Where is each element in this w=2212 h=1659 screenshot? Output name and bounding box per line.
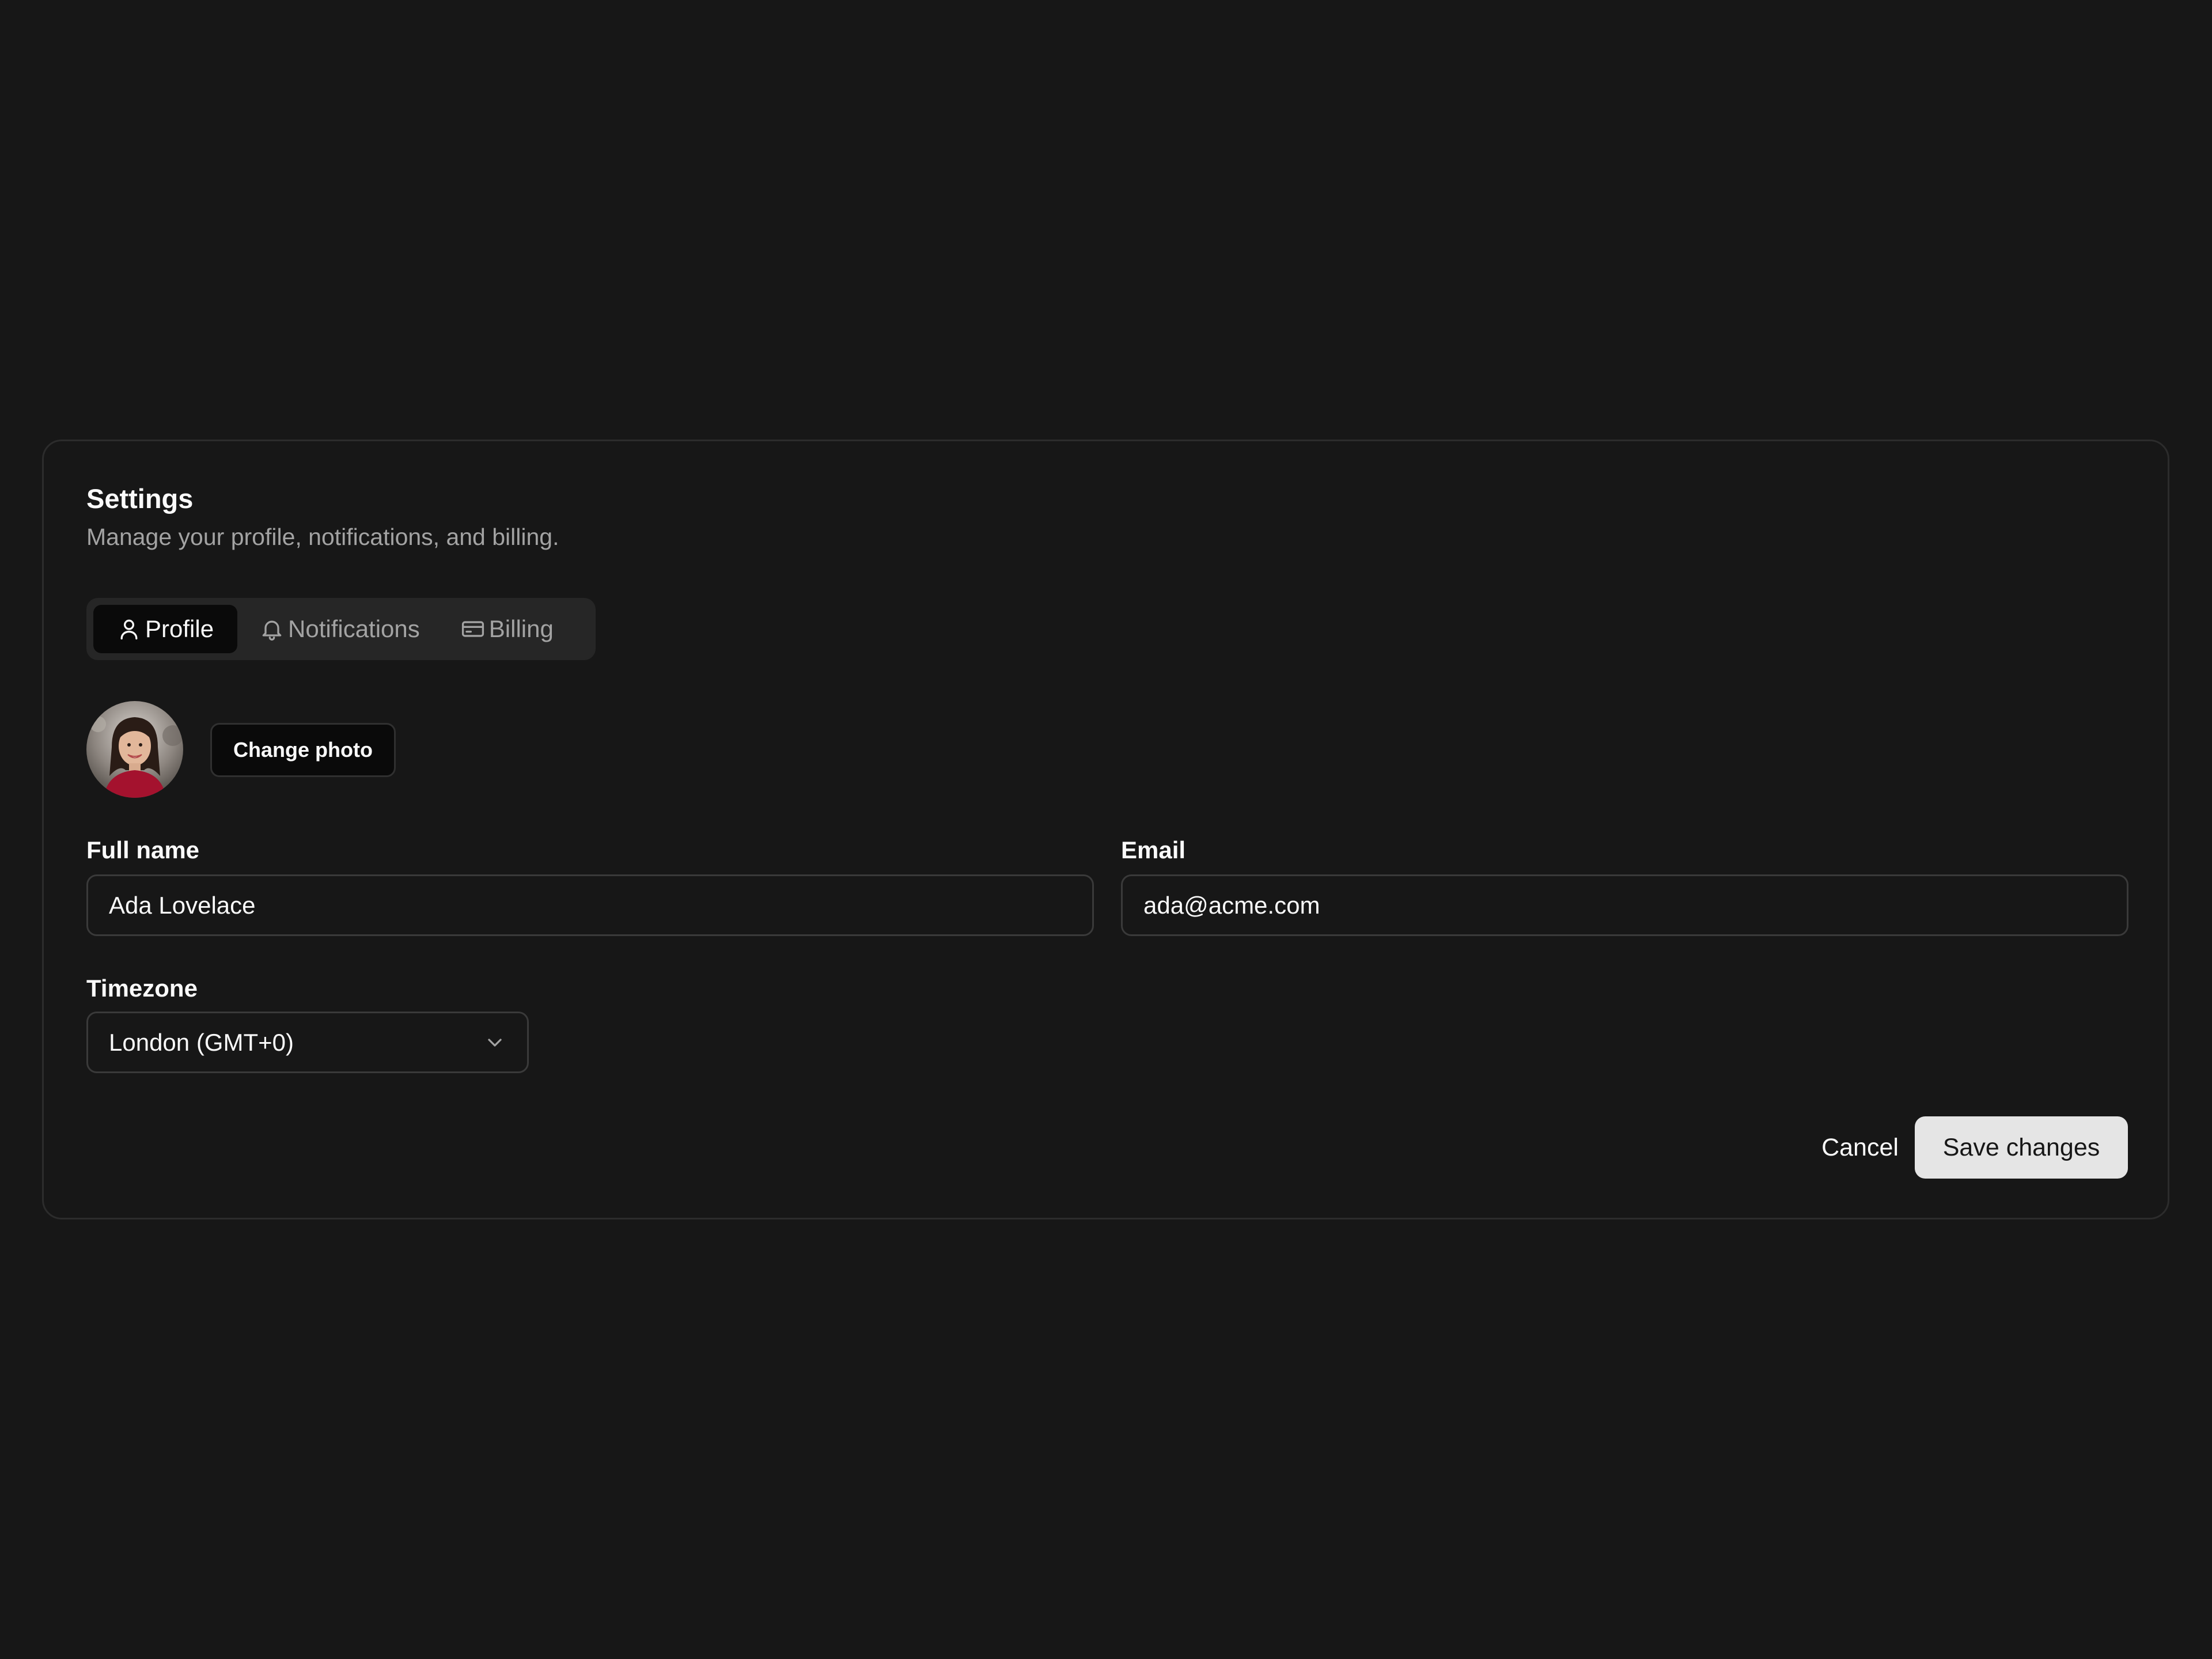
- settings-tabs: Profile Notifications Billing: [86, 598, 596, 660]
- tab-billing[interactable]: Billing: [460, 605, 554, 653]
- timezone-label: Timezone: [86, 975, 198, 1002]
- tab-notifications[interactable]: Notifications: [259, 605, 420, 653]
- timezone-value: London (GMT+0): [109, 1028, 294, 1056]
- bell-icon: [259, 616, 285, 642]
- email-input[interactable]: [1121, 874, 2128, 936]
- settings-card: Settings Manage your profile, notificati…: [42, 440, 2169, 1219]
- user-icon: [116, 616, 142, 642]
- email-label: Email: [1121, 836, 1186, 863]
- page-subtitle: Manage your profile, notifications, and …: [86, 524, 559, 550]
- avatar: [86, 701, 183, 798]
- change-photo-button[interactable]: Change photo: [210, 723, 396, 777]
- full-name-input[interactable]: [86, 874, 1094, 936]
- credit-card-icon: [460, 616, 486, 642]
- chevron-down-icon: [483, 1031, 506, 1054]
- timezone-select[interactable]: London (GMT+0): [86, 1012, 529, 1073]
- tab-billing-label: Billing: [488, 615, 554, 642]
- full-name-label: Full name: [86, 836, 200, 863]
- user-avatar-photo: [86, 701, 183, 798]
- cancel-button[interactable]: Cancel: [1783, 1116, 1937, 1179]
- tab-notifications-label: Notifications: [288, 615, 420, 642]
- page-title: Settings: [86, 483, 194, 514]
- save-changes-button[interactable]: Save changes: [1915, 1116, 2128, 1179]
- tab-profile[interactable]: Profile: [93, 605, 237, 653]
- tab-profile-label: Profile: [145, 615, 214, 642]
